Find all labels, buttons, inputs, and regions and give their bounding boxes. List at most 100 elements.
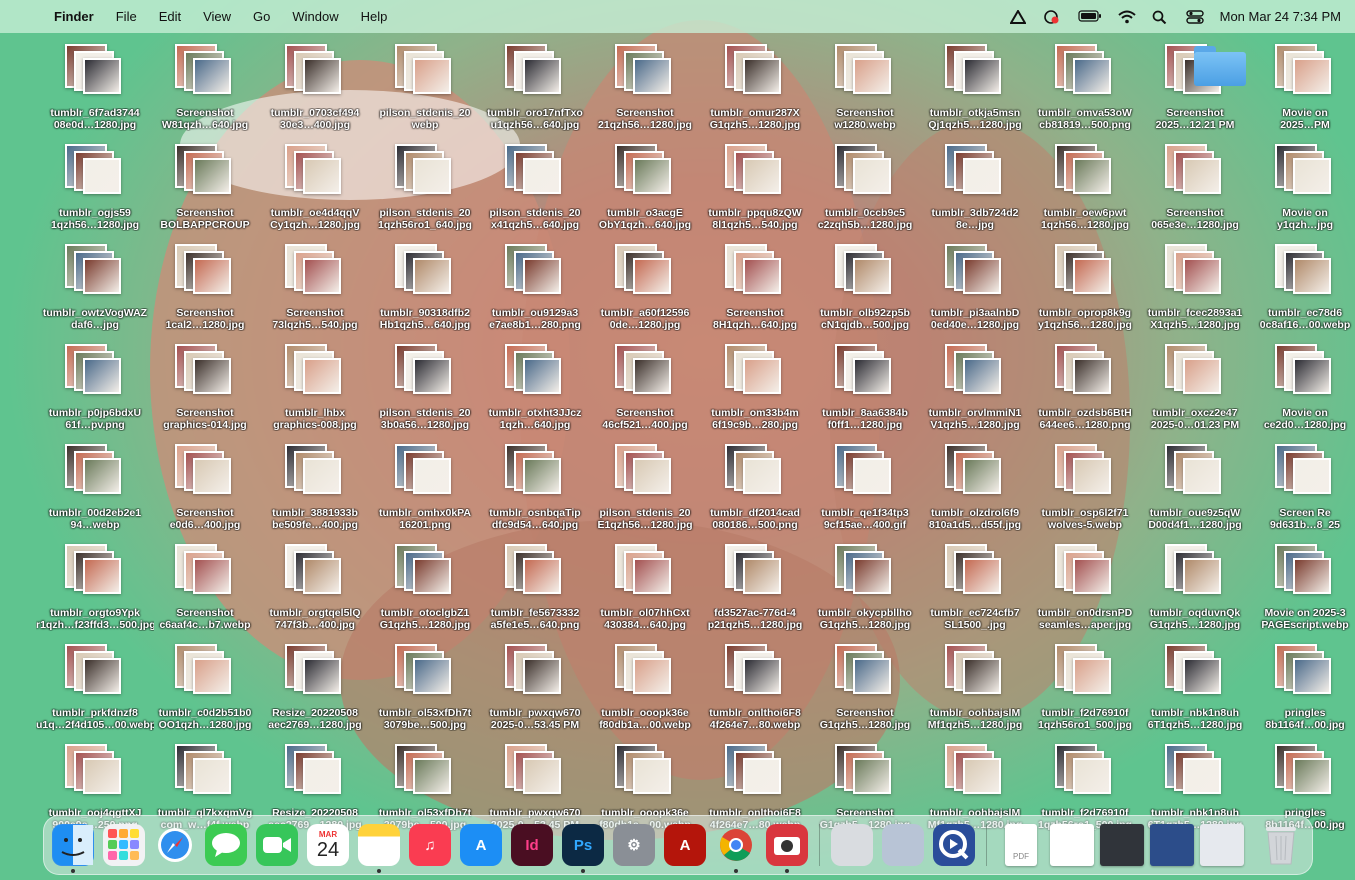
creative-cloud-icon[interactable] [1008, 8, 1028, 24]
window-stack-icon[interactable] [1200, 824, 1244, 866]
desktop-file-icon[interactable]: Screenshot 46cf521…400.jpg [590, 338, 700, 438]
folder-icon[interactable] [1194, 46, 1246, 86]
desktop-file-icon[interactable]: tumblr_prkfdnzf8 u1q…2f4d105…00.webp [36, 638, 154, 738]
desktop-file-icon[interactable]: tumblr_ol07hhCxt 430384…640.jpg [590, 538, 700, 638]
desktop-file-icon[interactable]: tumblr_orgtqel5lQ 747f3b…400.jpg [260, 538, 370, 638]
indesign-icon[interactable]: Id [511, 824, 553, 866]
scanner-icon[interactable] [831, 824, 873, 866]
desktop-file-icon[interactable]: pringles 8b1164f…00.jpg [1250, 638, 1355, 738]
desktop-file-icon[interactable]: tumblr_oe4d4qqV Cy1qzh…1280.jpg [260, 138, 370, 238]
desktop-file-icon[interactable]: tumblr_oprop8k9g y1qzh56…1280.jpg [1030, 238, 1140, 338]
desktop-file-icon[interactable]: tumblr_3881933b be509fe…400.jpg [260, 438, 370, 538]
desktop-file-icon[interactable]: tumblr_oxcz2e47 2025-0…01.23 PM [1140, 338, 1250, 438]
desktop-file-icon[interactable]: tumblr_df2014cad 080186…500.png [700, 438, 810, 538]
preview-icon[interactable] [882, 824, 924, 866]
desktop-file-icon[interactable]: Movie on y1qzh…jpg [1250, 138, 1355, 238]
app-store-icon[interactable]: A [460, 824, 502, 866]
desktop-file-icon[interactable]: tumblr_oew6pwt 1qzh56…1280.jpg [1030, 138, 1140, 238]
desktop-file-icon[interactable]: tumblr_okycpbllho G1qzh5…1280.jpg [810, 538, 920, 638]
desktop-file-icon[interactable]: Screenshot 21qzh56…1280.jpg [590, 38, 700, 138]
desktop-file-icon[interactable]: pilson_stdenis_20 3b0a56…1280.jpg [370, 338, 480, 438]
messages-icon[interactable] [205, 824, 247, 866]
launchpad-icon[interactable] [103, 824, 145, 866]
desktop-file-icon[interactable]: tumblr_pwxqw670 2025-0…53.45 PM [480, 638, 590, 738]
desktop-file-icon[interactable]: Screenshot 8H1qzh…640.jpg [700, 238, 810, 338]
desktop-file-icon[interactable]: Screenshot 73lqzh5…540.jpg [260, 238, 370, 338]
desktop-file-icon[interactable]: tumblr_onlthoi6F8 4f264e7…80.webp [700, 638, 810, 738]
desktop-file-icon[interactable]: tumblr_oohbajslM Mf1qzh5…1280.jpg [920, 638, 1030, 738]
desktop-file-icon[interactable]: tumblr_3db724d2 8e…jpg [920, 138, 1030, 238]
desktop-file-icon[interactable]: tumblr_pi3aalnbD 0ed40e…1280.jpg [920, 238, 1030, 338]
desktop-file-icon[interactable]: tumblr_olb92zp5b cN1qjdb…500.jpg [810, 238, 920, 338]
desktop-file-icon[interactable]: tumblr_ooopk36e f80db1a…00.webp [590, 638, 700, 738]
desktop-file-icon[interactable]: tumblr_fe5673332 a5fe1e5…640.png [480, 538, 590, 638]
desktop-file-icon[interactable]: Screenshot graphics-014.jpg [150, 338, 260, 438]
desktop-file-icon[interactable]: tumblr_ogjs59 1qzh56…1280.jpg [40, 138, 150, 238]
desktop-file-icon[interactable]: tumblr_a60f12596 0de…1280.jpg [590, 238, 700, 338]
desktop-file-icon[interactable]: Screen Re 9d631b…8_25 [1250, 438, 1355, 538]
desktop-file-icon[interactable]: Resize_20220508 aec2769…1280.jpg [260, 638, 370, 738]
desktop-file-icon[interactable]: tumblr_qe1f34tp3 9cf15ae…400.gif [810, 438, 920, 538]
notes-icon[interactable] [358, 824, 400, 866]
desktop-file-icon[interactable]: tumblr_otkja5msn Qj1qzh5…1280.jpg [920, 38, 1030, 138]
menu-help[interactable]: Help [361, 9, 388, 24]
chrome-icon[interactable] [715, 824, 757, 866]
pdf-document-icon[interactable]: PDF [1005, 824, 1037, 866]
desktop-file-icon[interactable]: pilson_stdenis_20 x41qzh5…640.jpg [480, 138, 590, 238]
desktop-file-icon[interactable]: pilson_stdenis_20 webp [370, 38, 480, 138]
desktop-file-icon[interactable]: fd3527ac-776d-4 p21qzh5…1280.jpg [700, 538, 810, 638]
desktop-file-icon[interactable]: tumblr_omva53oW cb81819…500.png [1030, 38, 1140, 138]
desktop-file-icon[interactable]: tumblr_00d2eb2e1 94…webp [40, 438, 150, 538]
desktop-file-icon[interactable]: tumblr_0703cf494 30e3…400.jpg [260, 38, 370, 138]
finder-icon[interactable] [52, 824, 94, 866]
desktop-file-icon[interactable]: tumblr_omur287X G1qzh5…1280.jpg [700, 38, 810, 138]
desktop-file-icon[interactable]: Screenshot 1cal2…1280.jpg [150, 238, 260, 338]
desktop-file-icon[interactable]: tumblr_ol53xfDh7t 3079be…500.jpg [370, 638, 480, 738]
photo-booth-icon[interactable] [766, 824, 808, 866]
desktop-file-icon[interactable]: Screenshot e0d6…400.jpg [150, 438, 260, 538]
desktop-file-icon[interactable]: tumblr_omhx0kPA 16201.png [370, 438, 480, 538]
music-icon[interactable]: ♫ [409, 824, 451, 866]
desktop-file-icon[interactable]: tumblr_p0jp6bdxU 61f…pv.png [40, 338, 150, 438]
desktop-file-icon[interactable]: tumblr_8aa6384b f0ff1…1280.jpg [810, 338, 920, 438]
photoshop-window-icon[interactable] [1100, 824, 1144, 866]
menu-edit[interactable]: Edit [159, 9, 181, 24]
calendar-icon[interactable]: MAR 24 [307, 824, 349, 866]
desktop-file-icon[interactable]: Screenshot BOLBAPPCROUP [150, 138, 260, 238]
desktop-file-icon[interactable]: Screenshot W81qzh…640.jpg [150, 38, 260, 138]
desktop-file-icon[interactable]: tumblr_lhbx graphics-008.jpg [260, 338, 370, 438]
desktop-file-icon[interactable]: Screenshot 065e3e…1280.jpg [1140, 138, 1250, 238]
desktop-file-icon[interactable]: tumblr_orvlmmiN1 V1qzh5…1280.jpg [920, 338, 1030, 438]
desktop-file-icon[interactable]: tumblr_ppqu8zQW 8l1qzh5…540.jpg [700, 138, 810, 238]
spotlight-search-icon[interactable] [1152, 10, 1170, 24]
desktop-file-icon[interactable]: tumblr_fcec2893a1 X1qzh5…1280.jpg [1140, 238, 1250, 338]
desktop-file-icon[interactable]: Movie on 2025-3 PAGEscript.webp [1250, 538, 1355, 638]
facetime-icon[interactable] [256, 824, 298, 866]
desktop-file-icon[interactable]: Movie on ce2d0…1280.jpg [1250, 338, 1355, 438]
menu-go[interactable]: Go [253, 9, 270, 24]
desktop-file-icon[interactable]: tumblr_ec724cfb7 SL1500_.jpg [920, 538, 1030, 638]
acrobat-icon[interactable]: A [664, 824, 706, 866]
menu-clock[interactable]: Mon Mar 24 7:34 PM [1220, 9, 1341, 24]
desktop-file-icon[interactable]: tumblr_ou9129a3 e7ae8b1…280.png [480, 238, 590, 338]
desktop-file-icon[interactable]: tumblr_f2d76910f 1qzh56ro1_500.jpg [1030, 638, 1140, 738]
desktop-file-icon[interactable]: tumblr_orgto9Ypk r1qzh…f23ffd3…500.jpg [36, 538, 154, 638]
safari-icon[interactable] [154, 824, 196, 866]
desktop-file-icon[interactable]: Screenshot c6aaf4c…b7.webp [150, 538, 260, 638]
battery-icon[interactable] [1078, 9, 1102, 24]
desktop-file-icon[interactable]: tumblr_ozdsb6BtH 644ee6…1280.png [1030, 338, 1140, 438]
desktop-file-icon[interactable]: tumblr_on0drsnPD seamles…aper.jpg [1030, 538, 1140, 638]
desktop-file-icon[interactable]: tumblr_o3acgE ObY1qzh…640.jpg [590, 138, 700, 238]
photoshop-icon[interactable]: Ps [562, 824, 604, 866]
menu-file[interactable]: File [116, 9, 137, 24]
desktop-file-icon[interactable]: tumblr_oue9z5qW D00d4f1…1280.jpg [1140, 438, 1250, 538]
desktop-file-icon[interactable]: pilson_stdenis_20 1qzh56ro1_640.jpg [370, 138, 480, 238]
desktop-file-icon[interactable]: tumblr_osp6l2f71 wolves-5.webp [1030, 438, 1140, 538]
desktop-file-icon[interactable]: tumblr_oqduvnQk G1qzh5…1280.jpg [1140, 538, 1250, 638]
desktop-file-icon[interactable]: tumblr_otoclgbZ1 G1qzh5…1280.jpg [370, 538, 480, 638]
desktop-file-icon[interactable]: tumblr_oro17nfTxo u1qzh56…640.jpg [480, 38, 590, 138]
menu-view[interactable]: View [203, 9, 231, 24]
menu-app-name[interactable]: Finder [54, 9, 94, 24]
desktop-file-icon[interactable]: tumblr_om33b4m 6f19c9b…280.jpg [700, 338, 810, 438]
screen-recorder-icon[interactable] [1043, 9, 1062, 24]
